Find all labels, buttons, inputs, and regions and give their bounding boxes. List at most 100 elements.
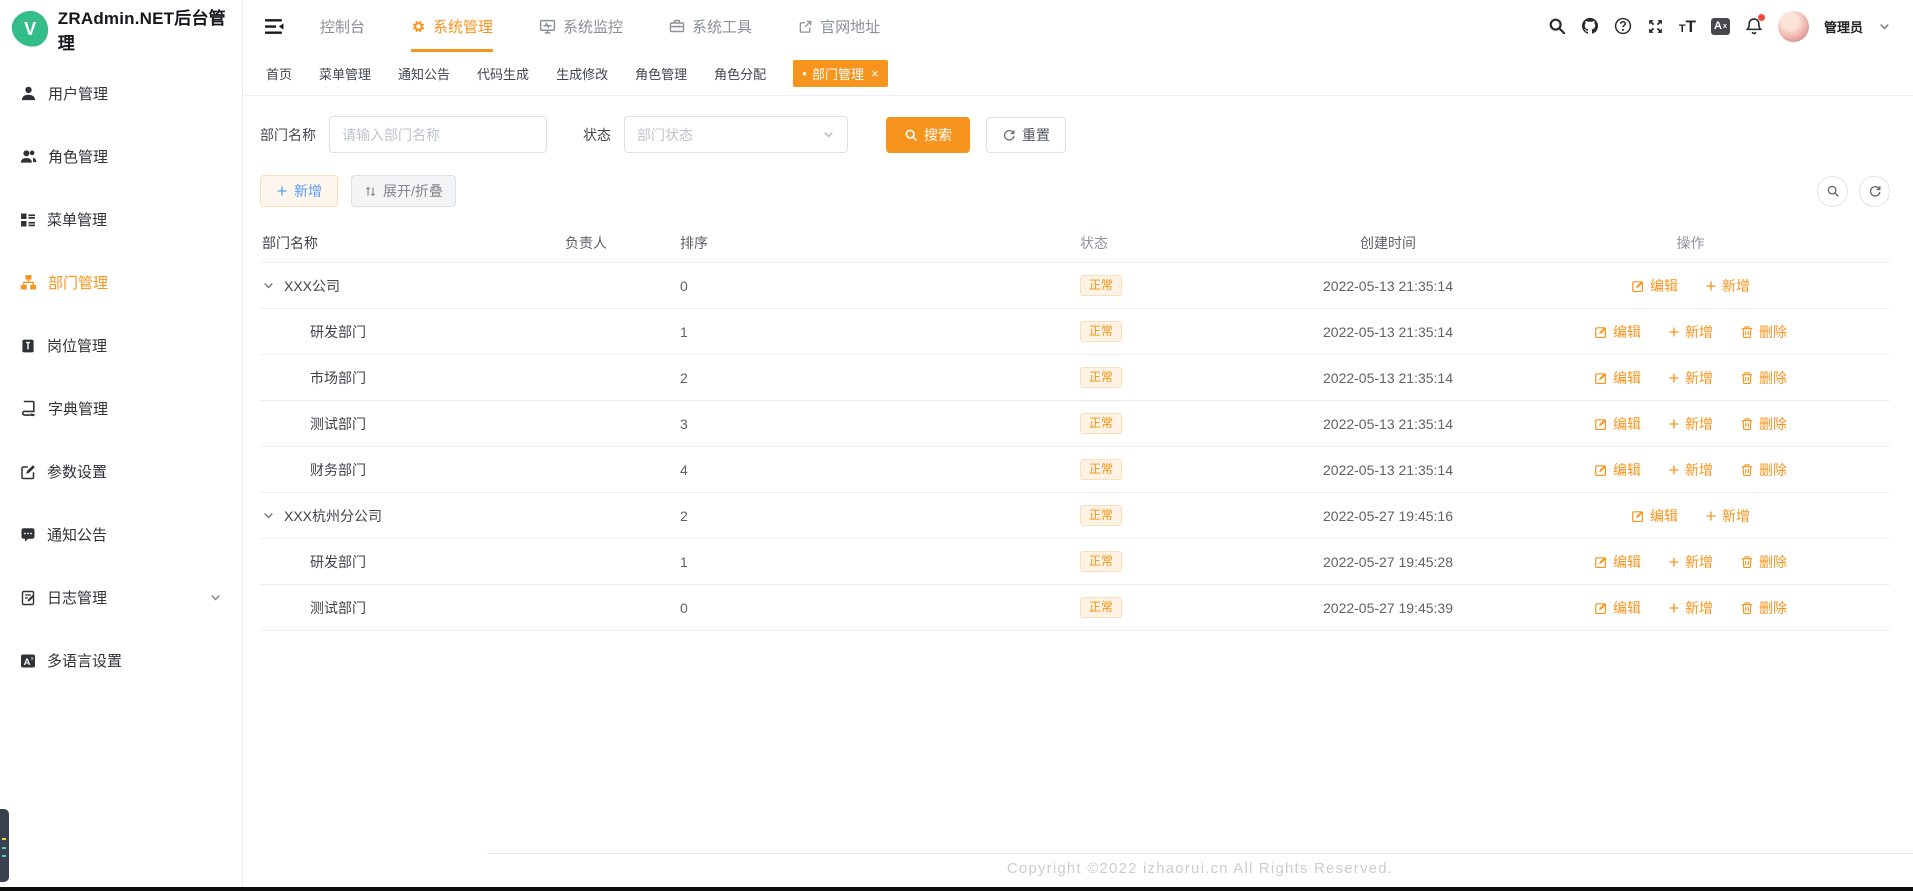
tab-label: 菜单管理 xyxy=(319,67,372,82)
show-search-button[interactable] xyxy=(1817,175,1848,207)
chevron-down-icon[interactable] xyxy=(1878,20,1891,33)
sidebar-item-params[interactable]: 参数设置 xyxy=(0,440,242,503)
top-menu-item-console[interactable]: 控制台 xyxy=(320,0,365,52)
post-badge-icon xyxy=(20,338,36,354)
row-add-button[interactable]: 新增 xyxy=(1668,414,1713,434)
top-menu-item-system-monitor[interactable]: 系统监控 xyxy=(539,0,623,52)
status-select[interactable]: 部门状态 xyxy=(624,116,848,153)
edit-button[interactable]: 编辑 xyxy=(1631,276,1678,296)
tab-label: 角色分配 xyxy=(714,67,767,82)
cell-created-time: 2022-05-27 19:45:16 xyxy=(1323,507,1453,524)
github-icon[interactable] xyxy=(1581,17,1599,35)
row-add-button[interactable]: 新增 xyxy=(1668,368,1713,388)
help-icon[interactable] xyxy=(1614,17,1632,35)
bell-icon[interactable] xyxy=(1745,14,1765,35)
row-add-button[interactable]: 新增 xyxy=(1668,552,1713,572)
tab-dept[interactable]: ● 部门管理 × xyxy=(793,60,888,87)
tab-notice[interactable]: 通知公告 xyxy=(398,64,450,83)
column-header-0: 部门名称 xyxy=(262,234,318,251)
plus-icon xyxy=(276,185,288,197)
row-expand-toggle-icon[interactable] xyxy=(262,509,275,522)
sidebar-item-users[interactable]: 用户管理 xyxy=(0,62,242,125)
refresh-table-button[interactable] xyxy=(1859,175,1890,207)
tab-gen-edit[interactable]: 生成修改 xyxy=(556,64,608,83)
cell-dept-name: XXX杭州分公司 xyxy=(260,506,563,526)
main-area: 控制台 系统管理 系统监控 系统工具 官网地址 TT Ax 管理员 首页 菜单管… xyxy=(243,0,1913,887)
delete-button[interactable]: 删除 xyxy=(1740,460,1787,480)
row-add-button[interactable]: 新增 xyxy=(1705,506,1750,526)
column-header-5: 操作 xyxy=(1676,234,1705,251)
edit-button[interactable]: 编辑 xyxy=(1594,460,1641,480)
row-expand-toggle-icon[interactable] xyxy=(262,279,275,292)
row-add-button[interactable]: 新增 xyxy=(1705,276,1750,296)
sidebar-item-dicts[interactable]: 字典管理 xyxy=(0,377,242,440)
fullscreen-icon[interactable] xyxy=(1647,18,1664,35)
tab-menu[interactable]: 菜单管理 xyxy=(319,64,371,83)
font-size-icon[interactable]: TT xyxy=(1679,18,1696,35)
expand-collapse-button[interactable]: 展开/折叠 xyxy=(351,175,456,207)
add-button[interactable]: 新增 xyxy=(260,175,338,207)
tab-role[interactable]: 角色管理 xyxy=(635,64,687,83)
avatar[interactable] xyxy=(1777,10,1809,42)
tab-role-assign[interactable]: 角色分配 xyxy=(714,64,766,83)
dept-name-text: 测试部门 xyxy=(310,599,366,616)
dictionary-icon xyxy=(20,400,37,417)
cell-sort: 0 xyxy=(680,599,688,616)
edit-button-label: 编辑 xyxy=(1613,415,1641,432)
table-row: 财务部门 4 正常 2022-05-13 21:35:14 编辑 新增 删除 xyxy=(260,447,1890,493)
plus-icon xyxy=(1668,418,1680,430)
row-add-button[interactable]: 新增 xyxy=(1668,460,1713,480)
search-icon[interactable] xyxy=(1548,17,1566,35)
tab-codegen[interactable]: 代码生成 xyxy=(477,64,529,83)
sidebar-collapse-icon[interactable] xyxy=(265,18,284,35)
gear-icon xyxy=(411,19,426,34)
chevron-down-icon xyxy=(209,591,222,604)
delete-button[interactable]: 删除 xyxy=(1740,598,1787,618)
top-menu-item-label: 系统监控 xyxy=(563,18,624,36)
sidebar-item-posts[interactable]: 岗位管理 xyxy=(0,314,242,377)
sidebar-item-depts[interactable]: 部门管理 xyxy=(0,251,242,314)
delete-button[interactable]: 删除 xyxy=(1740,322,1787,342)
row-add-button-label: 新增 xyxy=(1722,507,1750,524)
table-tools xyxy=(1817,175,1890,207)
app-logo[interactable]: V ZRAdmin.NET后台管理 xyxy=(0,0,242,58)
status-badge: 正常 xyxy=(1080,412,1123,435)
table-toolbar: 新增 展开/折叠 xyxy=(260,175,1890,207)
delete-button[interactable]: 删除 xyxy=(1740,552,1787,572)
cell-dept-name: 测试部门 xyxy=(260,598,563,618)
edit-button[interactable]: 编辑 xyxy=(1594,414,1641,434)
sidebar-item-languages[interactable]: Ax 多语言设置 xyxy=(0,629,242,692)
dept-name-input[interactable] xyxy=(329,116,547,153)
row-add-button-label: 新增 xyxy=(1685,599,1713,616)
top-menu-item-system-admin[interactable]: 系统管理 xyxy=(411,0,494,52)
top-menu-item-system-tools[interactable]: 系统工具 xyxy=(669,0,752,52)
delete-button[interactable]: 删除 xyxy=(1740,368,1787,388)
tab-label: 部门管理 xyxy=(811,67,864,82)
tab-home[interactable]: 首页 xyxy=(266,64,292,83)
search-button[interactable]: 搜索 xyxy=(886,116,970,153)
sidebar-item-menus[interactable]: 菜单管理 xyxy=(0,188,242,251)
plus-icon xyxy=(1668,556,1680,568)
sidebar-item-roles[interactable]: 角色管理 xyxy=(0,125,242,188)
delete-button[interactable]: 删除 xyxy=(1740,414,1787,434)
top-menu-item-website[interactable]: 官网地址 xyxy=(798,0,880,52)
logo-icon: V xyxy=(9,8,51,50)
edit-button[interactable]: 编辑 xyxy=(1594,598,1641,618)
language-switch-icon[interactable]: Ax xyxy=(1710,17,1730,35)
edit-button[interactable]: 编辑 xyxy=(1594,368,1641,388)
cell-sort: 2 xyxy=(680,369,688,386)
sidebar-item-logs[interactable]: 日志管理 xyxy=(0,566,242,629)
top-navbar: 控制台 系统管理 系统监控 系统工具 官网地址 TT Ax 管理员 xyxy=(243,0,1913,52)
row-add-button-label: 新增 xyxy=(1685,461,1713,478)
refresh-icon xyxy=(1002,128,1016,142)
edit-button[interactable]: 编辑 xyxy=(1631,506,1678,526)
reset-button[interactable]: 重置 xyxy=(986,116,1066,153)
tab-close-icon[interactable]: × xyxy=(871,66,879,81)
edit-button[interactable]: 编辑 xyxy=(1594,552,1641,572)
edit-button[interactable]: 编辑 xyxy=(1594,322,1641,342)
sidebar-item-label: 字典管理 xyxy=(48,401,109,418)
row-add-button[interactable]: 新增 xyxy=(1668,322,1713,342)
row-add-button[interactable]: 新增 xyxy=(1668,598,1713,618)
dept-name-text: 财务部门 xyxy=(310,461,366,478)
sidebar-item-notices[interactable]: 通知公告 xyxy=(0,503,242,566)
